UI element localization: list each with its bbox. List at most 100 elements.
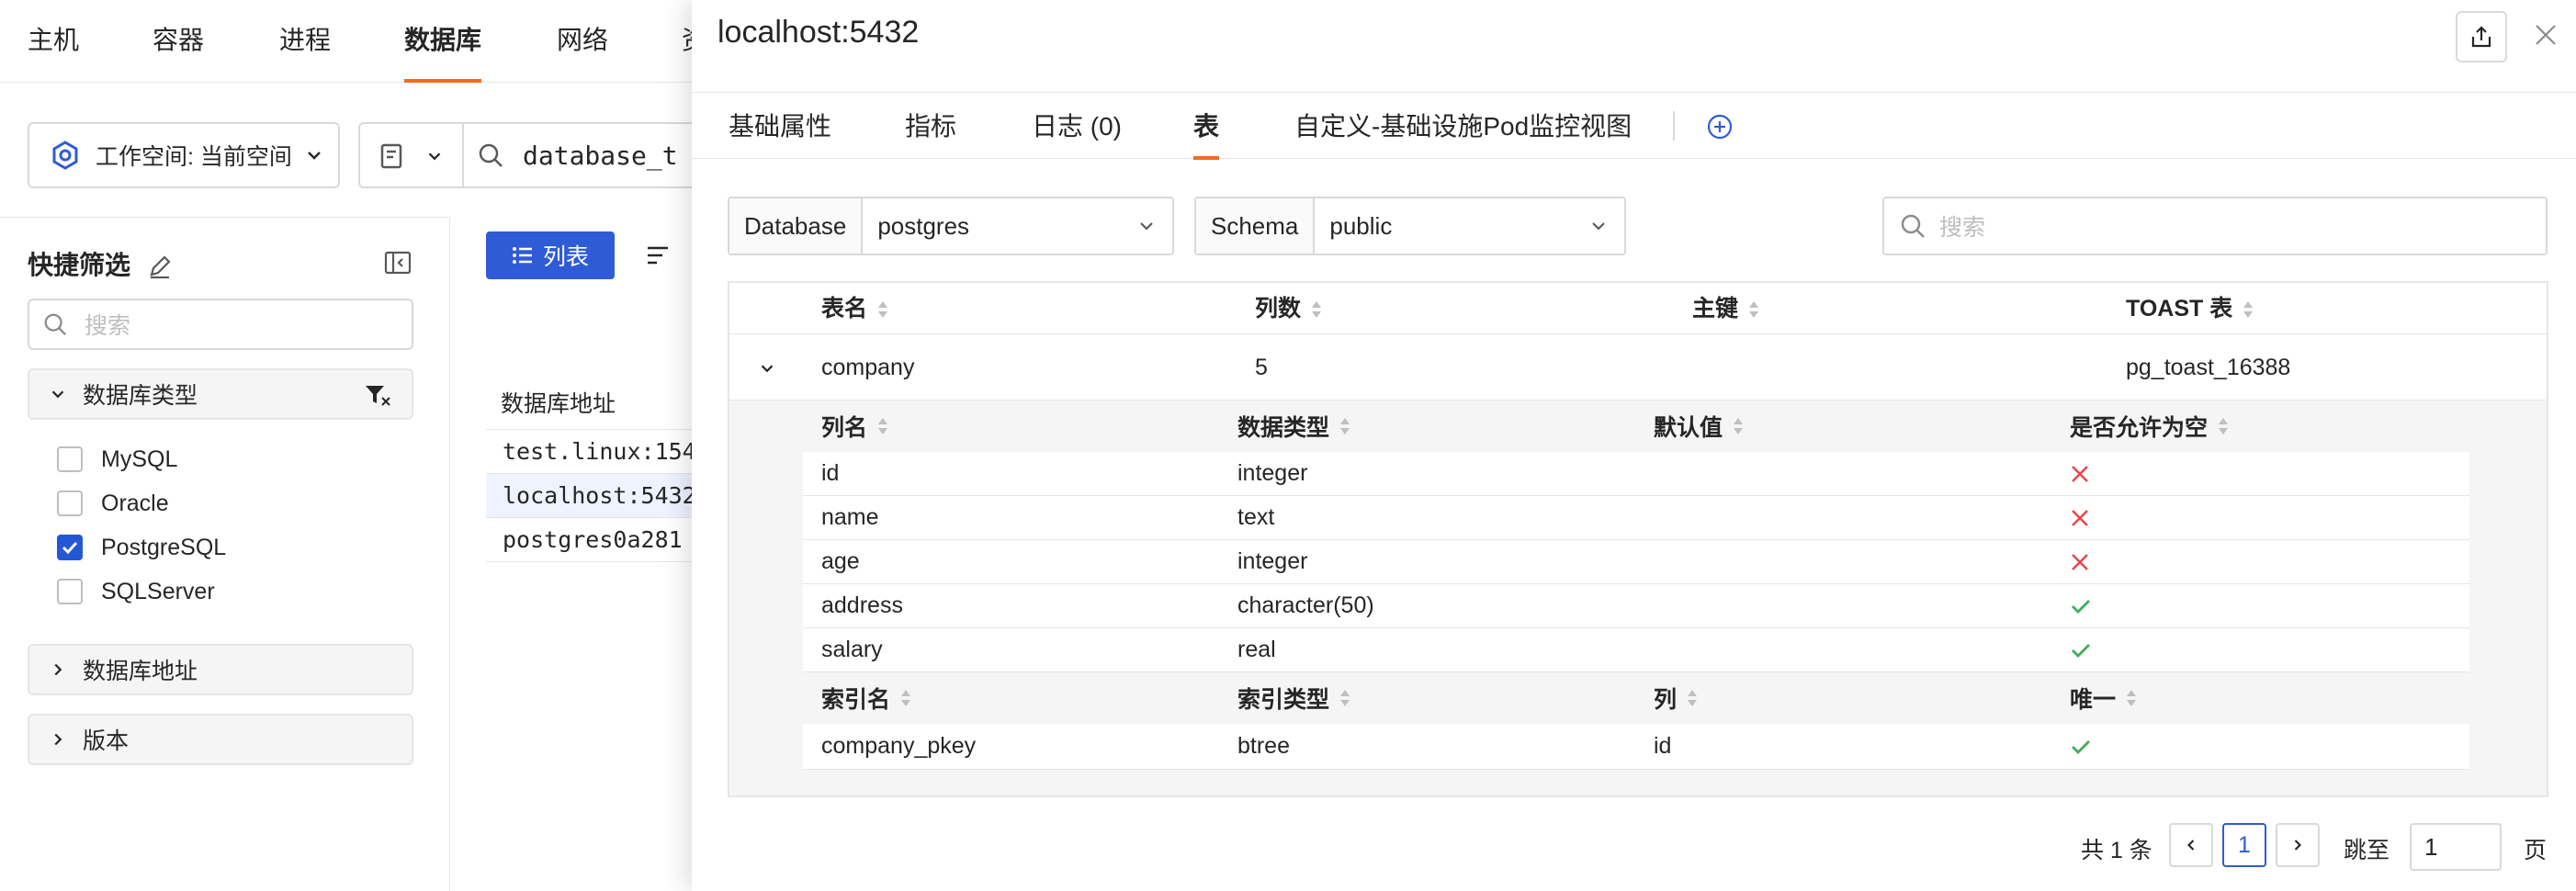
column-type: text [1237, 504, 1275, 530]
nullable-cell [2070, 540, 2090, 583]
column-name: age [821, 548, 860, 574]
option-sqlserver[interactable]: SQLServer [57, 573, 215, 610]
tab-logs[interactable]: 日志 (0) [1032, 93, 1122, 159]
index-header-row: 索引名 索引类型 列 唯一 [803, 672, 2469, 724]
checkbox[interactable] [57, 579, 83, 604]
header-index-type[interactable]: 索引类型 [1237, 672, 1351, 724]
chevron-down-icon[interactable] [757, 358, 777, 378]
workspace-icon [52, 141, 78, 170]
list-view-button[interactable]: 列表 [486, 231, 615, 279]
sort-icon[interactable] [646, 244, 672, 266]
header-nullable[interactable]: 是否允许为空 [2070, 400, 2230, 452]
sort-icon [1340, 690, 1350, 706]
workspace-label: 工作空间: 当前空间 [96, 144, 292, 170]
database-select-value: postgres [877, 211, 970, 240]
column-name: salary [821, 637, 883, 662]
nav-tab-network[interactable]: 网络 [557, 0, 608, 83]
search-icon [479, 143, 503, 167]
close-icon[interactable] [2533, 22, 2559, 48]
quick-filter-title-text: 快捷筛选 [28, 251, 131, 279]
column-type: real [1237, 637, 1276, 662]
nav-tab-host[interactable]: 主机 [28, 0, 79, 83]
sort-icon [878, 301, 888, 319]
header-toast-table[interactable]: TOAST 表 [2126, 283, 2254, 334]
prev-page-button[interactable] [2169, 823, 2213, 867]
nullable-cell [2070, 452, 2090, 495]
group-db-type-label: 数据库类型 [83, 383, 198, 409]
sort-icon [1734, 418, 1744, 434]
nav-tab-database[interactable]: 数据库 [404, 0, 482, 83]
schema-select-value: public [1329, 211, 1393, 240]
top-navigation: 主机 容器 进程 数据库 网络 资 [0, 0, 735, 83]
sort-icon [878, 418, 888, 434]
column-row: age integer [803, 540, 2469, 584]
option-label: SQLServer [101, 578, 215, 604]
group-db-address[interactable]: 数据库地址 [28, 644, 413, 695]
option-oracle[interactable]: Oracle [57, 485, 169, 522]
quick-filter-search[interactable]: 搜索 [28, 299, 413, 350]
tab-metrics[interactable]: 指标 [905, 93, 956, 159]
sort-icon [901, 690, 911, 706]
option-postgresql[interactable]: PostgreSQL [57, 529, 226, 566]
header-column-count[interactable]: 列数 [1255, 283, 1323, 334]
column-type: integer [1237, 548, 1308, 574]
header-table-name[interactable]: 表名 [821, 283, 889, 334]
share-button[interactable] [2456, 11, 2507, 62]
header-index-unique[interactable]: 唯一 [2070, 672, 2138, 724]
unique-cell [2070, 724, 2092, 769]
columns-header-row: 列名 数据类型 默认值 是否允许为空 [803, 400, 2469, 452]
group-version[interactable]: 版本 [28, 714, 413, 765]
table-row[interactable]: company 5 pg_toast_16388 [729, 334, 2547, 400]
checkbox[interactable] [57, 491, 83, 516]
search-icon [1901, 214, 1925, 238]
group-db-type[interactable]: 数据库类型 [28, 368, 413, 420]
nav-tab-container[interactable]: 容器 [153, 0, 204, 83]
quick-filter-search-placeholder: 搜索 [85, 313, 131, 339]
main-search-value: database_t [523, 140, 678, 171]
workspace-select[interactable]: 工作空间: 当前空间 [28, 122, 340, 188]
page-number-button[interactable]: 1 [2222, 823, 2266, 867]
header-primary-key[interactable]: 主键 [1692, 283, 1760, 334]
header-default-value[interactable]: 默认值 [1654, 400, 1745, 452]
schema-select[interactable]: Schema public [1194, 197, 1626, 255]
group-db-address-label: 数据库地址 [83, 659, 198, 684]
checkbox-checked[interactable] [57, 535, 83, 560]
cell-table-name: company [821, 355, 915, 380]
header-column-name[interactable]: 列名 [821, 400, 889, 452]
column-row: address character(50) [803, 584, 2469, 628]
sort-icon [1688, 690, 1698, 706]
database-select[interactable]: Database postgres [728, 197, 1174, 255]
checkbox[interactable] [57, 446, 83, 472]
edit-icon[interactable] [147, 254, 173, 280]
cell-column-count: 5 [1255, 355, 1268, 380]
column-type: integer [1237, 460, 1308, 486]
list-view-label: 列表 [542, 244, 589, 270]
check-icon [2072, 643, 2090, 658]
table-search-input[interactable]: 搜索 [1882, 197, 2548, 255]
next-page-button[interactable] [2276, 823, 2320, 867]
collapse-panel-icon[interactable] [384, 251, 412, 275]
header-data-type[interactable]: 数据类型 [1237, 400, 1351, 452]
chevron-down-icon [428, 152, 441, 161]
tab-custom-view[interactable]: 自定义-基础设施Pod监控视图 [1294, 93, 1632, 159]
tab-basic-attributes[interactable]: 基础属性 [729, 93, 831, 159]
check-icon [62, 541, 78, 555]
column-row: name text [803, 496, 2469, 540]
header-index-column[interactable]: 列 [1654, 672, 1699, 724]
header-index-name[interactable]: 索引名 [821, 672, 912, 724]
add-view-icon[interactable] [1706, 113, 1734, 141]
search-icon [44, 313, 67, 336]
source-select-button[interactable] [358, 122, 464, 188]
chevron-left-icon [2187, 840, 2195, 851]
tab-tables[interactable]: 表 [1193, 93, 1220, 160]
cross-icon [2072, 465, 2088, 482]
column-name: id [821, 460, 840, 486]
sort-icon [2127, 690, 2137, 706]
option-mysql[interactable]: MySQL [57, 441, 177, 478]
jump-page-input[interactable]: 1 [2410, 823, 2502, 871]
clear-filter-icon[interactable] [364, 383, 391, 407]
nav-tab-process[interactable]: 进程 [279, 0, 331, 83]
index-row: company_pkey btree id [803, 724, 2469, 770]
chevron-down-icon [51, 390, 64, 399]
option-label: Oracle [101, 490, 169, 516]
